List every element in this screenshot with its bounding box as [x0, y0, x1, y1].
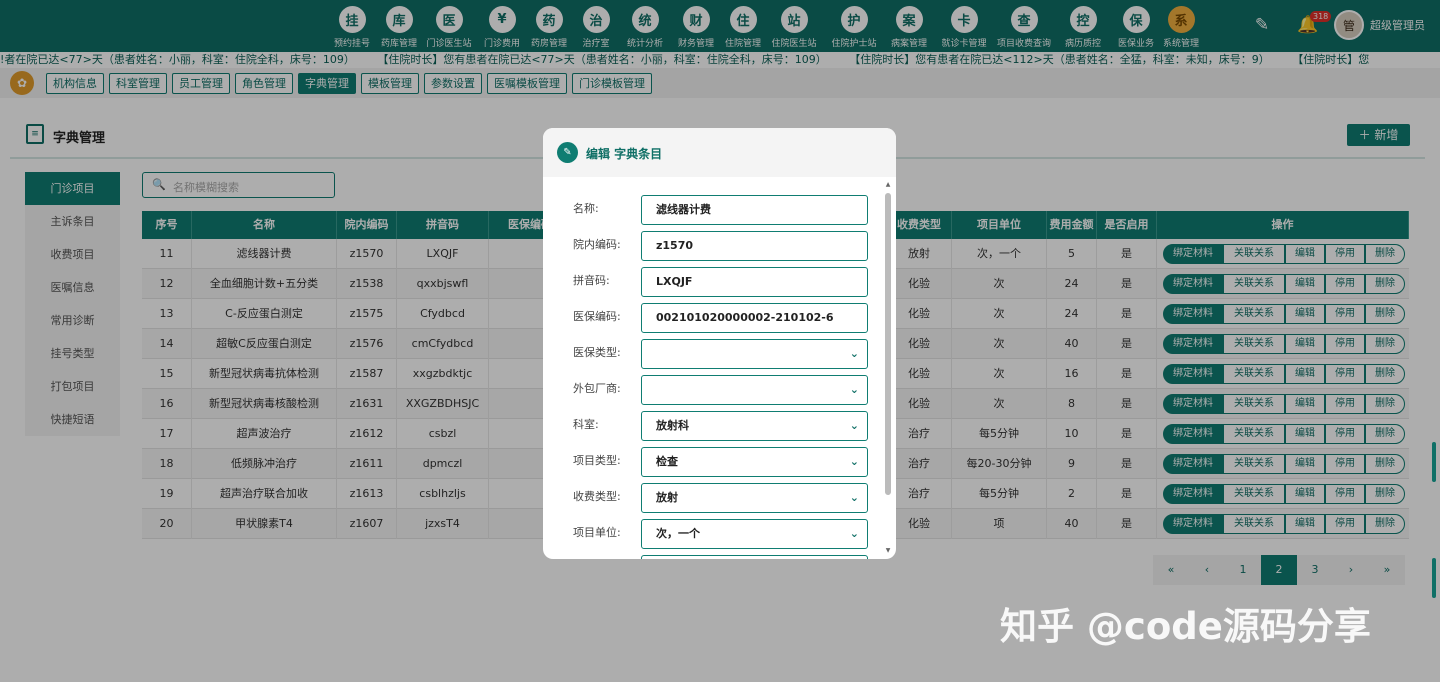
select-field[interactable]: ⌄: [641, 555, 868, 559]
scroll-down-icon[interactable]: ▼: [884, 547, 892, 555]
select-field[interactable]: 放射 ⌄: [641, 483, 868, 513]
field-value: 放射: [656, 491, 678, 504]
field-value: 放射科: [656, 419, 689, 432]
dialog-form: ▲ ▼ 名称: 滤线器计费院内编码: z1570 拼音码: LXQJF 医保编码: 0021…: [543, 177, 896, 559]
field-label: 科室:: [573, 418, 599, 431]
chevron-down-icon: ⌄: [850, 556, 859, 559]
text-field[interactable]: 滤线器计费: [641, 195, 868, 225]
field-value: 检查: [656, 455, 678, 468]
field-label: 名称:: [573, 202, 599, 215]
chevron-down-icon: ⌄: [849, 419, 859, 432]
select-field[interactable]: 次，一个 ⌄: [641, 519, 868, 549]
chevron-down-icon: ⌄: [849, 491, 859, 504]
field-label: 外包厂商:: [573, 382, 621, 395]
field-value: z1570: [656, 239, 694, 252]
scroll-up-icon[interactable]: ▲: [884, 181, 892, 189]
field-label: 项目单位:: [573, 526, 621, 539]
select-field[interactable]: ⌄: [641, 339, 868, 369]
field-label: 医保编码:: [573, 310, 621, 323]
text-field[interactable]: 002101020000002-210102-6: [641, 303, 868, 333]
field-value: LXQJF: [656, 275, 693, 288]
select-field[interactable]: 检查 ⌄: [641, 447, 868, 477]
field-value: 次，一个: [656, 527, 700, 540]
text-field[interactable]: z1570: [641, 231, 868, 261]
dialog-title: 编辑 字典条目: [586, 147, 663, 161]
field-label: 收费类型:: [573, 490, 621, 503]
field-value: 002101020000002-210102-6: [656, 311, 834, 324]
text-field[interactable]: LXQJF: [641, 267, 868, 297]
edge-scroll-handle[interactable]: [1432, 442, 1436, 482]
select-field[interactable]: 放射科 ⌄: [641, 411, 868, 441]
chevron-down-icon: ⌄: [849, 527, 859, 540]
dialog-header: ✎ 编辑 字典条目: [543, 128, 896, 177]
field-label: 拼音码:: [573, 274, 610, 287]
field-label: 医保类型:: [573, 346, 621, 359]
chevron-down-icon: ⌄: [849, 383, 859, 396]
watermark: 知乎 @code源码分享: [1000, 605, 1371, 648]
select-field[interactable]: ⌄: [641, 375, 868, 405]
dialog-scrollbar[interactable]: ▲ ▼: [884, 181, 892, 555]
edit-dialog: ✎ 编辑 字典条目 ▲ ▼ 名称: 滤线器计费院内编码: z1570 拼音码: LXQJ…: [543, 128, 896, 559]
chevron-down-icon: ⌄: [849, 347, 859, 360]
edit-icon: ✎: [557, 142, 578, 163]
edge-scroll-handle[interactable]: [1432, 558, 1436, 598]
chevron-down-icon: ⌄: [849, 455, 859, 468]
field-label: 项目类型:: [573, 454, 621, 467]
field-value: 滤线器计费: [656, 203, 711, 216]
field-label: 院内编码:: [573, 238, 621, 251]
scroll-thumb[interactable]: [885, 193, 891, 495]
